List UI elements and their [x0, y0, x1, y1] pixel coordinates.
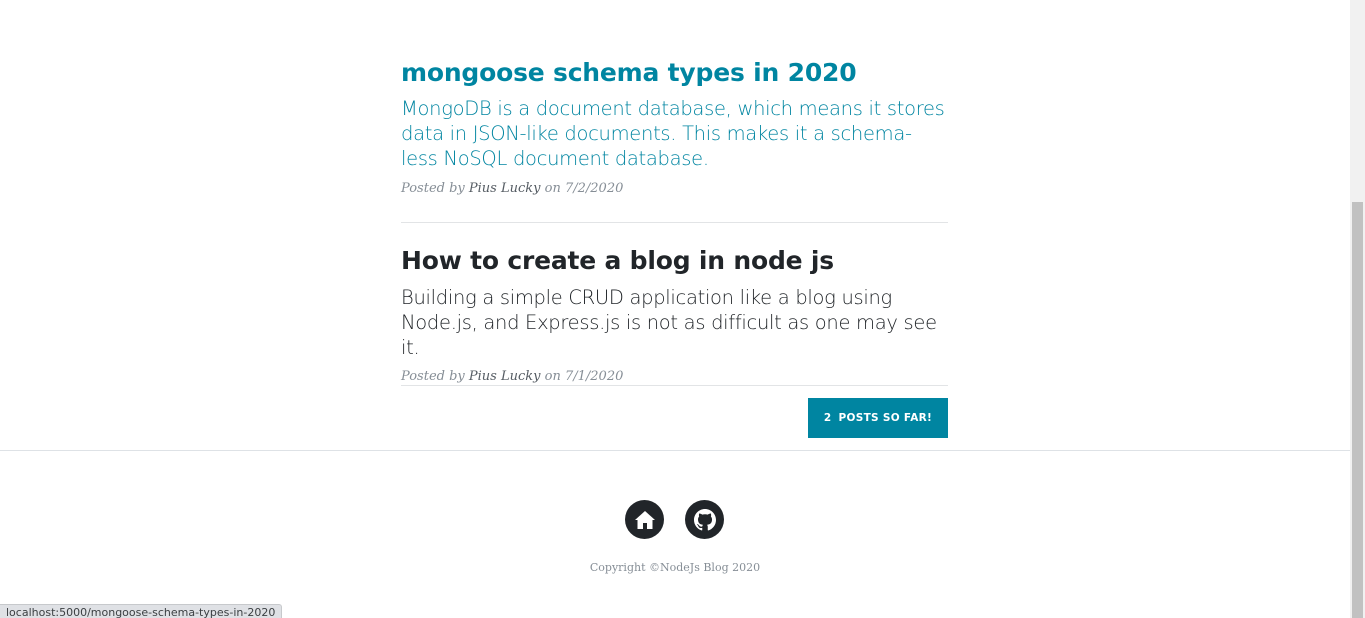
post-meta: Posted by Pius Lucky on 7/2/2020	[401, 180, 948, 198]
post-meta-on: on	[544, 181, 561, 196]
status-bar-url: localhost:5000/mongoose-schema-types-in-…	[0, 604, 283, 618]
footer-divider	[0, 450, 1350, 451]
post-subtitle[interactable]: MongoDB is a document database, which me…	[401, 96, 948, 171]
post-meta-on: on	[544, 369, 561, 384]
post-meta-prefix: Posted by	[401, 181, 465, 196]
github-link[interactable]	[685, 500, 724, 539]
copyright-text: Copyright ©NodeJs Blog 2020	[589, 561, 761, 574]
post-title[interactable]: mongoose schema types in 2020	[401, 58, 948, 88]
post-date: 7/1/2020	[564, 369, 624, 384]
vertical-scrollbar[interactable]	[1350, 0, 1365, 618]
posts-count-number: 2	[823, 412, 832, 424]
page: mongoose schema types in 2020 MongoDB is…	[0, 0, 1365, 618]
scrollbar-thumb[interactable]	[1352, 202, 1363, 618]
post-meta: Posted by Pius Lucky on 7/1/2020	[401, 368, 948, 386]
post-date: 7/2/2020	[564, 181, 624, 196]
post-title[interactable]: How to create a blog in node js	[401, 246, 948, 276]
post-author-link[interactable]: Pius Lucky	[469, 181, 541, 196]
post-preview[interactable]: mongoose schema types in 2020 MongoDB is…	[401, 58, 948, 198]
posts-count-label: POSTS SO FAR!	[838, 412, 933, 424]
post-author-link[interactable]: Pius Lucky	[469, 369, 541, 384]
post-subtitle[interactable]: Building a simple CRUD application like …	[401, 285, 948, 360]
home-icon	[634, 510, 655, 529]
github-icon	[693, 508, 716, 530]
post-divider	[401, 385, 948, 386]
post-divider	[401, 222, 948, 223]
home-link[interactable]	[625, 500, 664, 539]
posts-count-button[interactable]: 2 POSTS SO FAR!	[808, 398, 948, 438]
post-meta-prefix: Posted by	[401, 369, 465, 384]
post-preview[interactable]: How to create a blog in node js Building…	[401, 246, 948, 386]
